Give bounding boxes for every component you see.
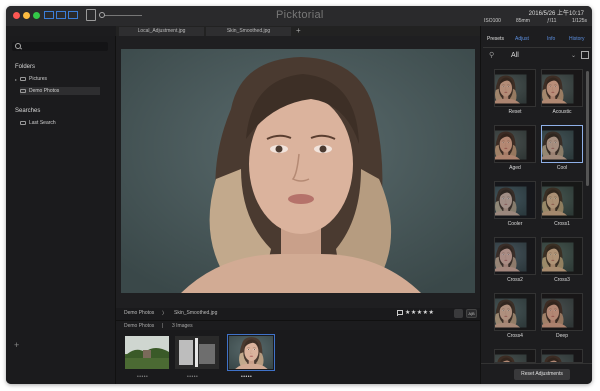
datetime: 2016/5/26 上午10:17 (528, 11, 584, 17)
preset-label: Cross1 (554, 221, 570, 227)
tab-history[interactable]: History (569, 36, 585, 42)
sidebar-item-label: Last Search (29, 120, 56, 126)
tab-divider (483, 47, 591, 48)
add-folder-button[interactable]: + (14, 340, 19, 350)
preset-thumbnail[interactable] (494, 181, 536, 219)
tab-info[interactable]: Info (547, 36, 555, 42)
thumbnail-rating: ••••• (241, 374, 253, 380)
chevron-down-icon[interactable]: ⌄ (571, 52, 576, 59)
tab-adjust[interactable]: Adjust (515, 36, 529, 42)
preset-thumbnail[interactable] (494, 349, 536, 363)
searches-heading: Searches (15, 108, 41, 114)
preset-label: Aged (509, 165, 521, 171)
preset-label: Acoustic (552, 109, 572, 115)
preset-scrollbar[interactable] (586, 71, 589, 186)
flag-icon[interactable] (397, 310, 403, 316)
tab-skin-smoothed[interactable]: Skin_Smoothed.jpg (206, 27, 291, 36)
sidebar-item-label: Pictures (29, 76, 48, 82)
app-title: Picktorial (276, 9, 324, 21)
preset-label: Cross4 (507, 333, 523, 339)
exif-aperture: ƒ/11 (547, 18, 557, 24)
breadcrumb-filename: Skin_Smoothed.jpg (174, 310, 218, 316)
reset-adjustments-button[interactable]: Reset Adjustments (514, 369, 570, 380)
preset-label: Deep (556, 333, 568, 339)
preset-thumbnail[interactable] (541, 237, 583, 275)
tab-bar: Local_Adjustment.jpg Skin_Smoothed.jpg + (116, 26, 480, 36)
preset-thumbnail[interactable] (541, 181, 583, 219)
panel-toggle-icon[interactable] (68, 11, 78, 19)
app-window: Picktorial 2016/5/26 上午10:17 Local_Adjus… (6, 6, 592, 384)
thumbnail-rating: ••••• (137, 374, 149, 380)
main-photo (121, 49, 475, 293)
sidebar: Folders ▸ Pictures Demo Photos Searches … (6, 36, 116, 384)
preset-label: Reset (508, 109, 522, 115)
search-icon (15, 43, 21, 49)
edit-icon[interactable] (454, 309, 463, 318)
add-tab-button[interactable]: + (296, 26, 301, 35)
share-icon[interactable] (86, 9, 96, 21)
folder-icon (20, 88, 26, 93)
sidebar-item-label: Demo Photos (29, 88, 60, 94)
panel-tabs: Presets Adjust Info History (481, 35, 592, 48)
preset-thumbnail[interactable] (494, 293, 536, 331)
pin-icon[interactable]: ⚲ (489, 51, 494, 59)
filmstrip-album: Demo Photos (124, 323, 155, 329)
zoom-slider-knob[interactable] (99, 12, 105, 18)
minimize-window-button[interactable] (23, 12, 30, 19)
zoom-window-button[interactable] (33, 12, 40, 19)
folders-heading: Folders (15, 64, 36, 70)
preset-filter-select[interactable]: All (511, 52, 519, 59)
preset-filter-row: ⚲ All ⌄ (481, 50, 592, 62)
preset-thumbnail[interactable] (494, 125, 536, 163)
preset-thumbnail[interactable] (541, 293, 583, 331)
folder-icon (20, 76, 26, 81)
thumbnail-rating: ••••• (187, 374, 199, 380)
preset-thumbnail[interactable] (541, 125, 583, 163)
filmstrip-divider: | (162, 323, 164, 329)
sidebar-item-demo-photos[interactable]: Demo Photos (20, 87, 100, 95)
rating-stars[interactable]: ★★★★★ (405, 309, 434, 316)
close-window-button[interactable] (13, 12, 20, 19)
disclosure-icon[interactable]: ▸ (15, 77, 17, 82)
filmstrip: ••••• ••••• ••••• (116, 330, 480, 384)
thumbnail-portrait[interactable] (227, 334, 275, 371)
ab-compare-button[interactable]: A|B (466, 309, 477, 318)
filmstrip-toggle-icon[interactable] (56, 11, 66, 19)
info-bar: Demo Photos 〉 Skin_Smoothed.jpg ★★★★★ A|… (116, 308, 480, 320)
breadcrumb-separator: 〉 (162, 311, 168, 317)
breadcrumb-album[interactable]: Demo Photos (124, 310, 154, 316)
image-viewer[interactable] (116, 36, 480, 308)
right-panel: Presets Adjust Info History ⚲ All ⌄ Rese… (480, 26, 592, 384)
preset-label: Cool (556, 165, 568, 171)
exif-iso: ISO100 (484, 18, 501, 24)
filmstrip-count: 3 Images (172, 323, 193, 329)
folder-icon (20, 120, 26, 125)
thumbnail-bw[interactable] (175, 336, 219, 369)
save-preset-icon[interactable] (581, 51, 589, 59)
preset-label: Cross3 (554, 277, 570, 283)
exif-shutter: 1/125s (572, 18, 588, 24)
panel-divider (481, 363, 592, 364)
search-input[interactable] (12, 42, 108, 51)
zoom-slider-track[interactable] (102, 15, 142, 16)
title-bar: Picktorial 2016/5/26 上午10:17 (6, 6, 592, 26)
thumbnail-landscape[interactable] (125, 336, 169, 369)
sidebar-toggle-icon[interactable] (44, 11, 54, 19)
exif-focal: 85mm (516, 18, 530, 24)
sidebar-item-last-search[interactable]: Last Search (20, 119, 56, 127)
preset-thumbnail[interactable] (494, 237, 536, 275)
sidebar-item-pictures[interactable]: Pictures (20, 75, 47, 83)
tab-presets[interactable]: Presets (487, 36, 504, 42)
preset-thumbnail[interactable] (541, 349, 583, 363)
preset-label: Cross2 (507, 277, 523, 283)
preset-thumbnail[interactable] (494, 69, 536, 107)
tab-local-adjustment[interactable]: Local_Adjustment.jpg (119, 27, 204, 36)
preset-thumbnail[interactable] (541, 69, 583, 107)
preset-label: Cooler (507, 221, 523, 227)
